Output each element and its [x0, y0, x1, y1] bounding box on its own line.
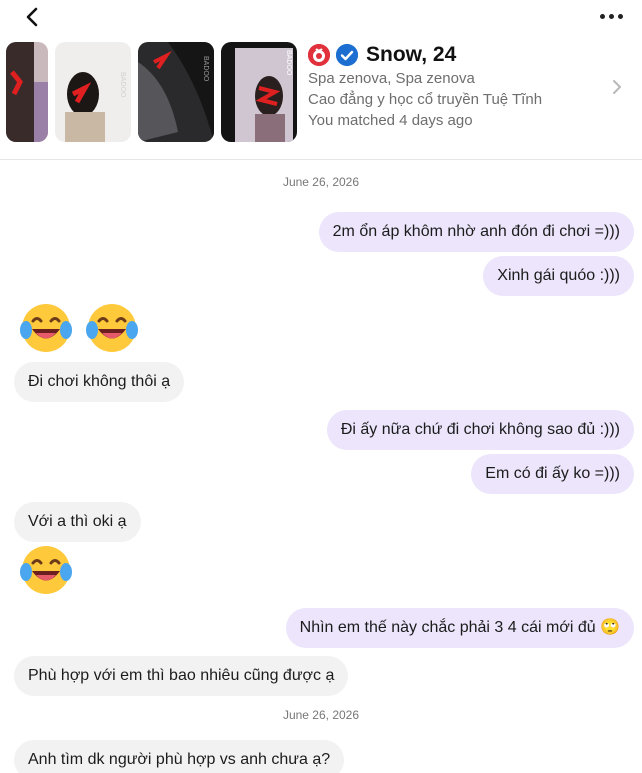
message-incoming[interactable]: Với a thì oki ạ	[14, 502, 141, 542]
profile-photo-1[interactable]	[6, 42, 48, 142]
top-bar	[0, 0, 642, 36]
chevron-right-icon	[613, 80, 621, 94]
profile-name: Snow, 24	[366, 43, 457, 66]
profile-photo-3[interactable]: BADOO	[138, 42, 214, 142]
message-outgoing[interactable]: Em có đi ấy ko =)))	[471, 454, 634, 494]
laughing-tears-emoji[interactable]	[86, 302, 138, 354]
svg-text:BADOO: BADOO	[285, 50, 292, 76]
verified-check-icon	[336, 44, 358, 66]
message-incoming[interactable]: Phù hợp với em thì bao nhiêu cũng được ạ	[14, 656, 349, 696]
more-dot	[609, 13, 614, 19]
match-header: BADOO BADOO BADOO Snow, 24 Spa zenova, S…	[0, 38, 642, 160]
name-row: Snow, 24	[308, 42, 608, 68]
profile-location: Spa zenova, Spa zenova	[308, 70, 475, 87]
svg-text:BADOO: BADOO	[202, 56, 209, 82]
message-outgoing[interactable]: Nhìn em thế này chắc phải 3 4 cái mới đủ…	[285, 608, 634, 648]
more-horizontal-icon	[600, 13, 605, 19]
match-time: You matched 4 days ago	[308, 112, 473, 129]
back-button[interactable]	[22, 6, 44, 28]
svg-text:BADOO: BADOO	[119, 72, 126, 98]
laughing-tears-emoji[interactable]	[20, 302, 72, 354]
message-outgoing[interactable]: 2m ổn áp khôm nhờ anh đón đi chơi =)))	[318, 212, 634, 252]
match-info: Snow, 24 Spa zenova, Spa zenova Cao đẳng…	[308, 42, 608, 131]
message-incoming[interactable]: Đi chơi không thôi ạ	[14, 362, 185, 402]
more-dot	[618, 13, 623, 19]
profile-photo-4[interactable]: BADOO	[221, 42, 297, 142]
crush-badge-icon	[308, 44, 330, 66]
laughing-tears-emoji[interactable]	[20, 544, 72, 596]
chevron-left-icon	[26, 7, 38, 27]
date-separator: June 26, 2026	[282, 708, 360, 722]
message-incoming[interactable]: Anh tìm dk người phù hợp vs anh chưa ạ?	[14, 740, 345, 773]
profile-photo-2[interactable]: BADOO	[55, 42, 131, 142]
message-outgoing[interactable]: Đi ấy nữa chứ đi chơi không sao đủ :)))	[326, 410, 634, 450]
open-profile-button[interactable]	[610, 78, 624, 96]
profile-school: Cao đẳng y học cổ truyền Tuệ Tĩnh	[308, 91, 543, 108]
date-separator: June 26, 2026	[282, 175, 360, 189]
message-outgoing[interactable]: Xinh gái quóo :)))	[483, 256, 634, 296]
more-options-button[interactable]	[600, 8, 628, 24]
